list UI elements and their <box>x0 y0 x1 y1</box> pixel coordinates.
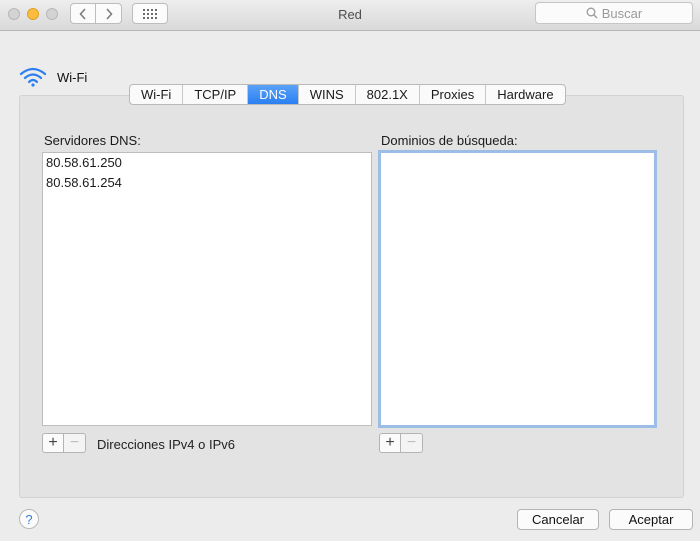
wifi-icon <box>19 67 47 87</box>
domains-add-remove: + − <box>379 433 423 453</box>
search-placeholder: Buscar <box>601 5 643 21</box>
list-item[interactable]: 80.58.61.254 <box>43 173 371 193</box>
help-button[interactable]: ? <box>19 509 39 529</box>
title-bar: Red Buscar <box>0 0 700 31</box>
dns-servers-list[interactable]: 80.58.61.250 80.58.61.254 <box>42 152 372 426</box>
search-domains-label: Dominios de búsqueda: <box>381 133 518 148</box>
interface-header: Wi-Fi <box>19 67 87 87</box>
search-domains-list[interactable] <box>378 150 657 428</box>
tab-bar: Wi-Fi TCP/IP DNS WINS 802.1X Proxies Har… <box>129 84 566 105</box>
dns-add-remove: + − <box>42 433 86 453</box>
dns-servers-label: Servidores DNS: <box>44 133 141 148</box>
interface-name: Wi-Fi <box>57 69 88 85</box>
tab-8021x[interactable]: 802.1X <box>356 85 420 104</box>
tab-dns[interactable]: DNS <box>248 85 299 104</box>
remove-dns-button[interactable]: − <box>64 433 86 453</box>
add-domain-button[interactable]: + <box>379 433 401 453</box>
dns-hint: Direcciones IPv4 o IPv6 <box>97 437 236 452</box>
search-icon <box>586 7 598 19</box>
tab-tcpip[interactable]: TCP/IP <box>183 85 249 104</box>
ok-button[interactable]: Aceptar <box>609 509 693 530</box>
search-field[interactable]: Buscar <box>535 2 693 24</box>
list-item[interactable]: 80.58.61.250 <box>43 153 371 173</box>
cancel-button[interactable]: Cancelar <box>517 509 599 530</box>
tab-wifi[interactable]: Wi-Fi <box>130 85 184 104</box>
remove-domain-button[interactable]: − <box>401 433 423 453</box>
tab-wins[interactable]: WINS <box>299 85 356 104</box>
add-dns-button[interactable]: + <box>42 433 64 453</box>
tab-proxies[interactable]: Proxies <box>420 85 487 104</box>
tab-hardware[interactable]: Hardware <box>486 85 564 104</box>
